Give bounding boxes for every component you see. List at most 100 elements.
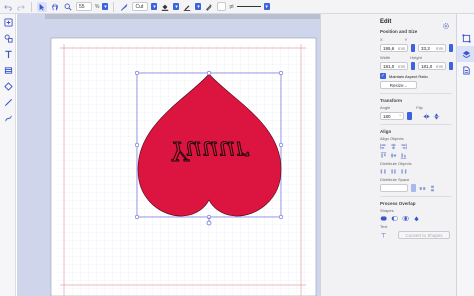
distribute-right-icon — [401, 169, 407, 174]
section-divider — [380, 93, 452, 94]
flip-label: Flip — [416, 105, 423, 110]
y-input[interactable]: 33,3 mm — [418, 44, 447, 52]
layers-panel-tab[interactable] — [457, 46, 474, 62]
x-value: 195,6 — [383, 45, 395, 51]
section-divider — [380, 124, 452, 125]
space-horizontal-button[interactable] — [419, 185, 426, 192]
align-bottom-button[interactable] — [400, 152, 407, 159]
text-overlap-icon — [381, 232, 386, 238]
x-unit: mm — [397, 45, 406, 51]
intersect-button[interactable] — [402, 215, 409, 222]
handle-bottom-left[interactable] — [134, 214, 140, 220]
distribute-center-icon — [391, 169, 396, 174]
app-window: 55 % ▾ Cut ▾ ▾ ▾ pt ▾ Yuuur Edit Positio… — [0, 0, 474, 296]
width-value: 181,0 — [383, 63, 395, 69]
shapes-label: Shapes — [380, 208, 394, 213]
resize-button-label: Resize... — [389, 82, 408, 88]
process-overlap-section-label: Process Overlap — [380, 201, 416, 206]
width-label: Width — [380, 55, 391, 60]
height-unit: mm — [435, 63, 444, 69]
flip-vertical-button[interactable] — [433, 112, 440, 120]
align-objects-label: Align Objects — [380, 136, 404, 141]
convert-to-shapes-button[interactable]: Convert to Shapes — [398, 231, 450, 239]
convert-to-shapes-label: Convert to Shapes — [405, 232, 443, 238]
handle-top-right[interactable] — [278, 70, 284, 76]
exclude-button[interactable] — [413, 215, 420, 222]
angle-value: 180 — [383, 113, 391, 119]
align-section-label: Align — [380, 129, 392, 134]
rotation-handle[interactable] — [206, 220, 212, 226]
align-top-button[interactable] — [380, 152, 387, 159]
space-horizontal-icon — [419, 186, 426, 190]
weld-icon — [380, 216, 387, 221]
distribute-space-stepper[interactable] — [411, 184, 416, 192]
layers-icon — [462, 50, 470, 58]
angle-input[interactable]: 180 ° — [380, 112, 404, 120]
angle-unit: ° — [399, 113, 401, 119]
flip-horizontal-button[interactable] — [423, 113, 430, 120]
handle-bottom-right[interactable] — [278, 214, 284, 220]
align-center-icon — [391, 143, 396, 150]
distribute-objects-label: Distribute Objects — [380, 161, 412, 166]
angle-label: Angle — [380, 105, 391, 110]
handle-top-left[interactable] — [134, 70, 140, 76]
angle-stepper[interactable] — [407, 112, 412, 120]
align-left-button[interactable] — [380, 143, 387, 150]
y-stepper[interactable] — [449, 44, 453, 52]
align-left-icon — [380, 143, 386, 150]
handle-top-mid[interactable] — [206, 70, 212, 76]
flip-vertical-icon — [433, 112, 440, 120]
gear-icon — [443, 23, 449, 29]
subtract-icon — [391, 216, 398, 221]
width-input[interactable]: 181,0 mm — [380, 62, 409, 70]
space-vertical-icon — [431, 185, 434, 191]
align-bottom-icon — [400, 153, 407, 159]
x-stepper[interactable] — [411, 44, 415, 52]
exclude-icon — [414, 216, 419, 222]
right-sidebar — [456, 14, 474, 296]
text-overlap-button[interactable] — [380, 232, 387, 239]
distribute-center-button[interactable] — [390, 168, 397, 175]
document-icon — [462, 65, 470, 75]
align-middle-icon — [390, 153, 397, 158]
library-panel-tab[interactable] — [457, 62, 474, 78]
height-input[interactable]: 181,0 mm — [418, 62, 447, 70]
edit-panel-tab[interactable] — [457, 30, 474, 46]
align-middle-button[interactable] — [390, 152, 397, 159]
mirrored-script-text[interactable]: Yuuur — [170, 135, 250, 166]
height-stepper[interactable] — [449, 62, 453, 70]
maintain-aspect-label: Maintain Aspect Ratio — [389, 73, 428, 79]
handle-mid-left[interactable] — [134, 142, 140, 148]
resize-button[interactable]: Resize... — [380, 81, 417, 89]
subtract-button[interactable] — [391, 215, 398, 222]
y-label: Y — [404, 37, 408, 42]
y-value: 33,3 — [421, 45, 430, 51]
x-input[interactable]: 195,6 mm — [380, 44, 409, 52]
distribute-left-button[interactable] — [380, 168, 387, 175]
handle-mid-right[interactable] — [278, 142, 284, 148]
edit-panel-icon — [461, 33, 471, 43]
panel-settings-button[interactable] — [442, 17, 450, 29]
width-stepper[interactable] — [411, 62, 415, 70]
x-label: X — [380, 37, 383, 42]
text-label: Text — [380, 224, 388, 229]
height-label: Height — [410, 55, 422, 60]
align-right-icon — [401, 143, 407, 150]
y-unit: mm — [435, 45, 444, 51]
edit-panel: Edit Position and Size X Y 195,6 mm 33,3 m… — [320, 14, 456, 296]
canvas-svg[interactable]: Yuuur — [0, 0, 320, 296]
align-right-button[interactable] — [400, 143, 407, 150]
align-center-button[interactable] — [390, 143, 397, 150]
width-unit: mm — [397, 63, 406, 69]
distribute-right-button[interactable] — [400, 168, 407, 175]
distribute-left-icon — [380, 169, 386, 174]
space-vertical-button[interactable] — [429, 185, 436, 192]
flip-horizontal-icon — [423, 113, 430, 119]
transform-section-label: Transform — [380, 98, 403, 103]
maintain-aspect-checkbox[interactable]: ✓ — [380, 73, 386, 79]
distribute-space-input[interactable] — [380, 184, 408, 192]
height-value: 181,0 — [421, 63, 433, 69]
weld-button[interactable] — [380, 215, 387, 222]
distribute-space-label: Distribute Space — [380, 177, 410, 182]
intersect-icon — [402, 216, 409, 221]
